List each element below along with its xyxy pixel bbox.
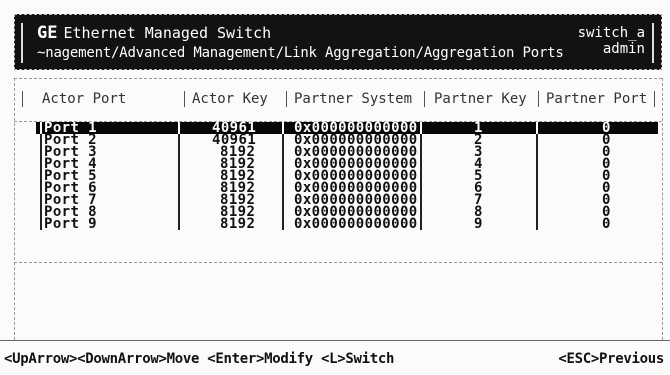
row-divider (40, 194, 43, 206)
navigation-hint: <UpArrow><DownArrow>Move <Enter>Modify <… (4, 351, 395, 367)
column-divider (654, 91, 656, 107)
row-divider (282, 182, 285, 194)
app-title: GE Ethernet Managed Switch (37, 23, 271, 43)
row-divider (536, 146, 539, 158)
row-divider (420, 206, 423, 218)
cell-partner-key: 9 (474, 216, 483, 232)
row-divider (282, 146, 285, 158)
table-bottom-border (14, 262, 662, 263)
row-divider (178, 182, 181, 194)
row-divider (536, 218, 539, 230)
row-divider (420, 182, 423, 194)
row-divider (178, 194, 181, 206)
user-name: admin (602, 41, 645, 57)
header-left-border (21, 23, 24, 63)
row-divider (178, 134, 181, 146)
col-actor-port: Actor Port (42, 91, 127, 107)
row-divider (536, 206, 539, 218)
row-divider (282, 194, 285, 206)
row-divider (40, 146, 43, 158)
row-divider (178, 170, 181, 182)
row-divider (40, 206, 43, 218)
title-bar: GE Ethernet Managed Switch ~nagement/Adva… (14, 14, 662, 70)
cell-actor-port: Port 9 (44, 216, 97, 232)
column-divider (184, 91, 186, 107)
row-divider (40, 182, 43, 194)
col-partner-key: Partner Key (434, 91, 527, 107)
row-divider (178, 122, 181, 134)
row-divider (40, 158, 43, 170)
row-divider (178, 146, 181, 158)
host-name: switch_a (577, 25, 645, 41)
row-divider (178, 206, 181, 218)
header-right-border (652, 23, 655, 63)
row-divider (40, 170, 43, 182)
col-actor-key: Actor Key (192, 91, 268, 107)
app-title-text: Ethernet Managed Switch (63, 24, 272, 42)
row-divider (282, 170, 285, 182)
row-divider (420, 158, 423, 170)
column-divider (538, 91, 540, 107)
row-divider (282, 158, 285, 170)
brand-label: GE (37, 23, 58, 43)
table-header: Actor Port Actor Key Partner System Part… (14, 78, 662, 122)
breadcrumb: ~nagement/Advanced Management/Link Aggre… (37, 45, 564, 61)
cell-actor-key: 8192 (220, 216, 256, 232)
row-divider (40, 218, 43, 230)
row-divider (420, 134, 423, 146)
row-divider (420, 218, 423, 230)
row-divider (536, 158, 539, 170)
table-row[interactable]: Port 9 8192 0x000000000000 9 0 (36, 216, 658, 232)
row-divider (420, 170, 423, 182)
key-help-bar: <UpArrow><DownArrow>Move <Enter>Modify <… (0, 340, 670, 375)
row-divider (536, 122, 539, 134)
row-divider (282, 134, 285, 146)
row-divider (420, 146, 423, 158)
cell-partner-system: 0x000000000000 (294, 216, 418, 232)
row-divider (536, 170, 539, 182)
col-partner-port: Partner Port (546, 91, 648, 107)
row-divider (282, 122, 285, 134)
escape-previous[interactable]: <ESC>Previous (558, 351, 664, 367)
cell-partner-port: 0 (602, 216, 611, 232)
row-divider (40, 134, 43, 146)
row-divider (536, 134, 539, 146)
row-divider (420, 122, 423, 134)
row-divider (536, 182, 539, 194)
terminal-screen: GE Ethernet Managed Switch ~nagement/Adva… (0, 0, 670, 374)
row-divider (282, 206, 285, 218)
right-frame-line (662, 78, 663, 340)
aggregation-ports-table: Port 1 40961 0x000000000000 1 0 Port 2 4… (14, 121, 662, 260)
row-divider (40, 122, 43, 134)
row-divider (282, 218, 285, 230)
column-divider (286, 91, 288, 107)
col-partner-system: Partner System (294, 91, 413, 107)
row-divider (178, 218, 181, 230)
row-divider (420, 194, 423, 206)
column-divider (424, 91, 426, 107)
session-info: switch_a admin (578, 25, 645, 57)
row-divider (536, 194, 539, 206)
column-divider (22, 91, 24, 107)
row-divider (178, 158, 181, 170)
